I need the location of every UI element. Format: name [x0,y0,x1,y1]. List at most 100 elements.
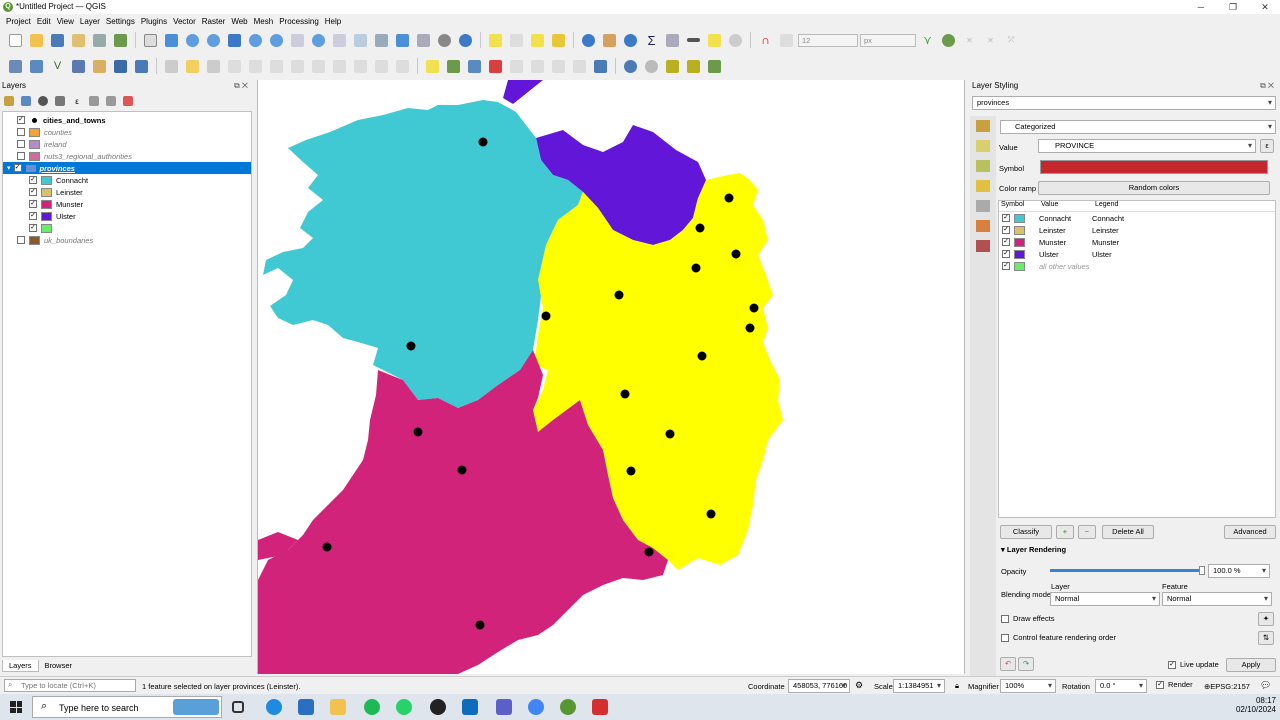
expand-all-icon[interactable] [87,94,101,108]
copy-icon[interactable] [330,57,349,75]
edge-icon[interactable] [266,699,282,715]
menu-view[interactable]: View [55,14,78,28]
new-temporary-layer-icon[interactable] [90,57,109,75]
category-checkbox[interactable]: ✓ [29,224,37,232]
menu-processing[interactable]: Processing [277,14,323,28]
layout-manager-icon[interactable] [90,31,109,49]
bookmark-icon[interactable] [393,31,412,49]
label-icon[interactable] [423,57,442,75]
cube-add-icon[interactable] [684,57,703,75]
labels-icon[interactable] [976,140,990,152]
cube-icon[interactable] [663,57,682,75]
zoom-in-icon[interactable] [183,31,202,49]
new-spatialite-icon[interactable] [69,57,88,75]
panel-float-icon[interactable]: ⧉ ✕ [234,81,248,91]
tracing-icon[interactable]: ⋎ [918,31,937,49]
opacity-input[interactable]: 100.0 % [1208,564,1270,578]
row-legend[interactable]: Connacht [1092,214,1124,223]
symbol-color-button[interactable] [1040,160,1268,174]
category-row[interactable]: ✓ Ulster Ulster [999,248,1275,260]
opacity-handle[interactable] [1199,566,1205,575]
history-icon[interactable] [976,240,990,252]
header-symbol[interactable]: Symbol [999,201,1041,211]
tab-browser[interactable]: Browser [39,660,79,672]
outlook-icon[interactable] [462,699,478,715]
print-layout-icon[interactable] [69,31,88,49]
add-raster-icon[interactable] [111,57,130,75]
scale-dependent-icon[interactable]: ⤱ [1002,31,1021,49]
row-value[interactable]: Ulster [1039,250,1092,259]
category-row[interactable]: ✓ Leinster Leinster [999,224,1275,236]
diagrams-icon[interactable] [976,200,990,212]
renderer-select[interactable]: Categorized [1000,120,1276,134]
qgis-taskbar-icon[interactable] [560,699,576,715]
blend-feature-select[interactable]: Normal [1162,592,1272,606]
menu-mesh[interactable]: Mesh [252,14,278,28]
messages-icon[interactable]: 💬︎ [1260,680,1271,691]
classify-button[interactable]: Classify [1000,525,1052,539]
remove-category-icon[interactable]: − [1078,525,1096,539]
render-checkbox[interactable]: ✓ [1156,680,1164,689]
row-value[interactable]: Leinster [1039,226,1092,235]
acrobat-icon[interactable] [592,699,608,715]
coordinate-input[interactable]: 458053, 776160 [788,679,850,693]
minimize-icon[interactable]: ─ [1194,1,1208,13]
select-features-icon[interactable] [486,31,505,49]
zoom-native-icon[interactable] [288,31,307,49]
layer-provinces[interactable]: ▾ ✓ provinces [3,162,251,174]
category-other[interactable]: ✓ [3,222,251,234]
restore-icon[interactable]: ❐ [1226,1,1240,13]
vertex-tool-icon[interactable] [246,57,265,75]
data-source-manager-icon[interactable] [6,57,25,75]
collapse-all-icon[interactable] [104,94,118,108]
show-hide-labels-icon[interactable] [570,57,589,75]
attribute-table-icon[interactable] [600,31,619,49]
tools-icon[interactable] [705,57,724,75]
intersection-icon[interactable]: ✕ [981,31,1000,49]
show-bookmarks-icon[interactable] [414,31,433,49]
open-styling-icon[interactable] [2,94,16,108]
redo-style-icon[interactable]: ↷ [1018,657,1034,671]
layer-ireland[interactable]: ireland [3,138,251,150]
control-order-checkbox[interactable] [1001,633,1009,642]
value-field-select[interactable]: PROVINCE [1038,139,1256,153]
menu-help[interactable]: Help [323,14,345,28]
row-legend[interactable]: all other values [1039,262,1089,271]
chrome-icon[interactable] [528,699,544,715]
modify-attributes-icon[interactable] [267,57,286,75]
draw-effects-checkbox[interactable] [1001,614,1009,623]
category-ulster[interactable]: ✓ Ulster [3,210,251,222]
menu-edit[interactable]: Edit [35,14,55,28]
scale-select[interactable]: 1:1384951 [893,679,945,693]
menu-project[interactable]: Project [4,14,35,28]
visibility-icon[interactable] [36,94,50,108]
map-tips-icon[interactable] [705,31,724,49]
row-checkbox[interactable]: ✓ [1002,226,1010,234]
advanced-button[interactable]: Advanced [1224,525,1276,539]
menu-layer[interactable]: Layer [78,14,104,28]
expression-button[interactable]: ε [1260,139,1274,153]
zoom-last-icon[interactable] [309,31,328,49]
row-value[interactable]: Connacht [1039,214,1092,223]
add-group-icon[interactable] [19,94,33,108]
menu-web[interactable]: Web [229,14,251,28]
zoom-selection-icon[interactable] [246,31,265,49]
cloud-icon[interactable] [621,57,640,75]
category-row[interactable]: ✓ Munster Munster [999,236,1275,248]
apply-button[interactable]: Apply [1226,658,1276,672]
explorer-icon[interactable] [330,699,346,715]
category-row[interactable]: ✓ Connacht Connacht [999,212,1275,224]
highlight-labels-icon[interactable] [486,57,505,75]
layer-checkbox[interactable] [17,140,25,148]
remove-layer-icon[interactable] [121,94,135,108]
measure-icon[interactable] [684,31,703,49]
clock[interactable]: 08:17 02/10/2024 [1230,696,1276,714]
filter-expression-icon[interactable]: ε [70,94,84,108]
row-swatch[interactable] [1014,249,1025,259]
fields-icon[interactable] [976,220,990,232]
spotify-icon[interactable] [364,699,380,715]
row-swatch[interactable] [1014,237,1025,247]
layer-checkbox[interactable] [17,128,25,136]
select-by-expression-icon[interactable] [507,31,526,49]
taskbar-search-box[interactable]: ⌕ Type here to search [32,696,222,718]
